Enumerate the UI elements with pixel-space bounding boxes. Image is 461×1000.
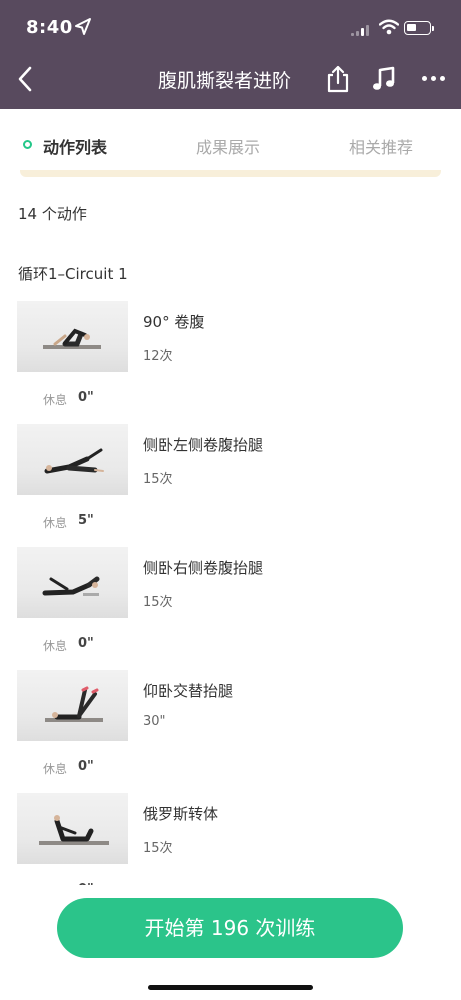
exercise-item[interactable]: 仰卧交替抬腿 30" 休息 0" [0,670,461,780]
exercise-reps: 15次 [143,472,173,487]
share-icon[interactable] [325,64,351,94]
tab-results[interactable]: 成果展示 [196,134,260,158]
tab-action-list[interactable]: 动作列表 [43,134,107,158]
back-chevron-icon[interactable] [12,62,42,96]
exercise-count: 14 个动作 [18,205,87,223]
app-header: 8:40 腹肌撕裂者进阶 [0,0,461,109]
exercise-reps: 15次 [143,841,173,856]
rest-label: 休息 [43,516,68,530]
rest-value: 0" [78,390,94,405]
rest-label: 休息 [43,639,68,653]
exercise-figure-image [45,686,103,722]
rest-value: 0" [78,759,94,774]
bottom-action-bar: 开始第 196 次训练 [0,885,461,1000]
exercise-thumbnail[interactable] [17,670,128,741]
rest-value: 0" [78,636,94,651]
tab-bar: 动作列表 成果展示 相关推荐 [0,109,461,177]
home-indicator[interactable] [148,985,313,990]
exercise-reps: 15次 [143,595,173,610]
status-icons [351,19,441,37]
more-dots-icon[interactable] [419,70,449,86]
exercise-thumbnail[interactable] [17,424,128,495]
start-training-button[interactable]: 开始第 196 次训练 [57,898,403,958]
exercise-figure-image [44,448,104,474]
wifi-icon [379,19,399,35]
page-title: 腹肌撕裂者进阶 [158,70,292,92]
tab-section-divider [20,170,441,177]
exercise-thumbnail[interactable] [17,793,128,864]
exercise-name: 侧卧左侧卷腹抬腿 [143,436,264,454]
exercise-thumbnail[interactable] [17,301,128,372]
rest-value: 5" [78,513,94,528]
exercise-figure-image [42,576,100,596]
active-tab-dot [23,140,32,149]
location-arrow-icon [75,18,91,35]
exercise-reps: 30" [143,714,166,729]
exercise-figure-image [43,328,101,349]
rest-label: 休息 [43,762,68,776]
battery-icon [404,21,431,35]
exercise-thumbnail[interactable] [17,547,128,618]
exercise-item[interactable]: 侧卧左侧卷腹抬腿 15次 休息 5" [0,424,461,534]
exercise-name: 90° 卷腹 [143,313,205,331]
battery-tip [432,26,434,31]
exercise-reps: 12次 [143,349,173,364]
exercise-name: 俄罗斯转体 [143,805,219,823]
circuit-title: 循环1–Circuit 1 [18,265,128,283]
exercise-item[interactable]: 90° 卷腹 12次 休息 0" [0,301,461,411]
music-note-icon[interactable] [371,66,397,92]
exercise-figure-image [39,815,109,845]
signal-icon [351,24,373,36]
exercise-name: 仰卧交替抬腿 [143,682,234,700]
exercise-item[interactable]: 侧卧右侧卷腹抬腿 15次 休息 0" [0,547,461,657]
status-time: 8:40 [26,17,73,38]
tab-recommendations[interactable]: 相关推荐 [349,134,413,158]
exercise-name: 侧卧右侧卷腹抬腿 [143,559,264,577]
rest-label: 休息 [43,393,68,407]
